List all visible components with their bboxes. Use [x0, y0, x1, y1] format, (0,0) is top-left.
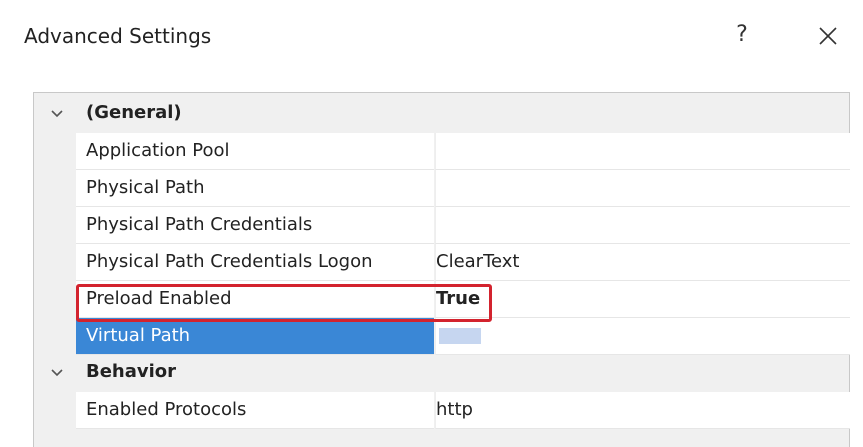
property-name: Virtual Path: [86, 325, 191, 346]
property-value-cell[interactable]: [435, 318, 850, 355]
property-value: ClearText: [436, 251, 520, 272]
property-value: http: [436, 399, 473, 420]
property-name: Physical Path Credentials: [86, 214, 313, 235]
property-name-cell[interactable]: Enabled Protocols: [76, 392, 434, 429]
property-row-virtual-path[interactable]: Virtual Path: [34, 318, 850, 355]
property-name: Physical Path Credentials Logon: [86, 251, 373, 272]
property-name: Enabled Protocols: [86, 399, 247, 420]
category-behavior[interactable]: Behavior: [34, 355, 849, 392]
redacted-value: [439, 328, 481, 344]
property-row-physical-path-credentials-logon[interactable]: Physical Path Credentials Logon ClearTex…: [34, 244, 850, 281]
property-row-physical-path[interactable]: Physical Path: [34, 170, 850, 207]
property-name: Application Pool: [86, 140, 230, 161]
property-grid: (General) Application Pool Physical Path…: [33, 92, 850, 447]
property-name-cell[interactable]: Physical Path Credentials: [76, 207, 434, 244]
property-name: Physical Path: [86, 177, 205, 198]
category-label: (General): [86, 102, 182, 123]
close-icon: [819, 27, 837, 45]
close-button[interactable]: [810, 18, 844, 52]
property-value-cell[interactable]: [435, 133, 850, 170]
category-label: Behavior: [86, 361, 177, 382]
property-value-cell[interactable]: [435, 207, 850, 244]
property-value-cell[interactable]: [435, 170, 850, 207]
property-value-cell[interactable]: ClearText: [435, 244, 850, 281]
highlight-annotation: [76, 284, 492, 322]
category-general[interactable]: (General): [34, 96, 849, 133]
title-bar: Advanced Settings ?: [0, 0, 863, 80]
property-row-enabled-protocols[interactable]: Enabled Protocols http: [34, 392, 850, 429]
property-row-application-pool[interactable]: Application Pool: [34, 133, 850, 170]
dialog-title: Advanced Settings: [24, 24, 212, 48]
chevron-down-icon[interactable]: [48, 364, 66, 382]
property-name-cell[interactable]: Physical Path Credentials Logon: [76, 244, 434, 281]
property-name-cell[interactable]: Physical Path: [76, 170, 434, 207]
property-name-cell[interactable]: Application Pool: [76, 133, 434, 170]
chevron-down-icon[interactable]: [48, 105, 66, 123]
property-name-cell[interactable]: Virtual Path: [76, 318, 434, 355]
property-value-cell[interactable]: http: [435, 392, 850, 429]
property-row-physical-path-credentials[interactable]: Physical Path Credentials: [34, 207, 850, 244]
property-value-cell[interactable]: True: [435, 281, 850, 318]
advanced-settings-dialog: Advanced Settings ? (General) Applicatio…: [0, 0, 863, 447]
help-button[interactable]: ?: [728, 18, 756, 52]
